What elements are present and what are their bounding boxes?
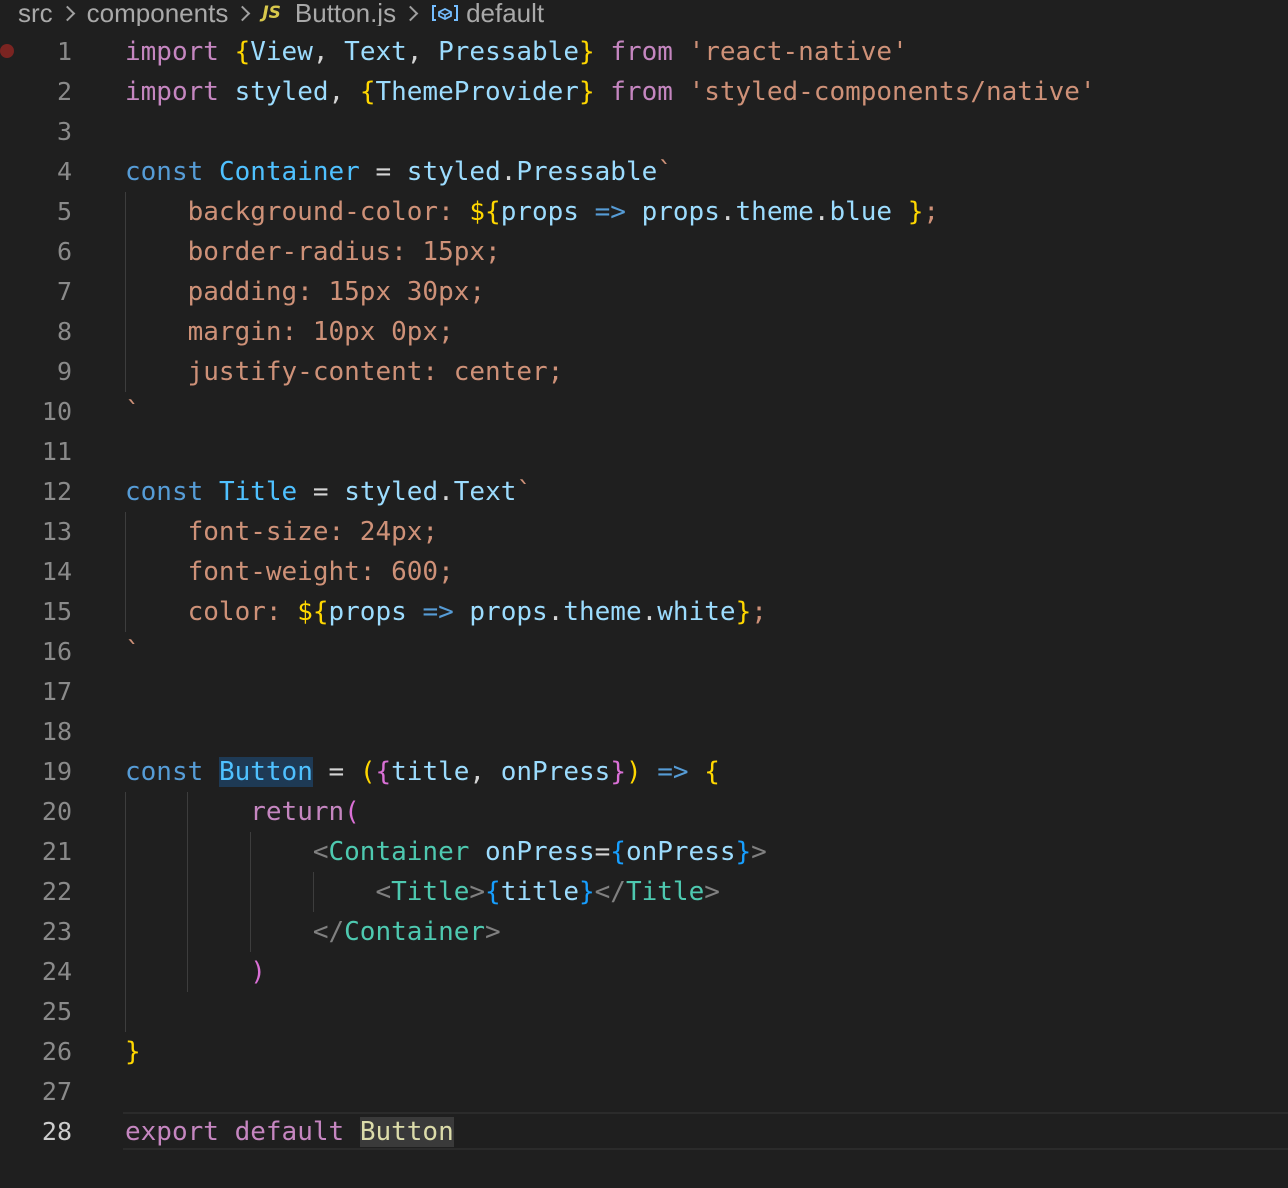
code-text: color: ${props => props.theme.white}; [125,597,767,627]
line-number: 26 [41,1037,72,1066]
breadcrumb: src components JS Button.js default [0,0,1288,26]
chevron-right-icon [59,5,75,21]
chevron-right-icon [235,5,251,21]
code-line[interactable]: 3 [0,112,1288,152]
line-number: 23 [41,917,72,946]
breadcrumb-item-symbol[interactable]: default [466,0,544,26]
code-line[interactable]: 13 font-size: 24px; [0,512,1288,552]
code-text: const Button = ({title, onPress}) => { [125,757,720,787]
code-line[interactable]: 9 justify-content: center; [0,352,1288,392]
line-number: 1 [56,37,72,66]
breadcrumb-item-components[interactable]: components [87,0,229,26]
line-number: 7 [56,277,72,306]
code-line[interactable]: 15 color: ${props => props.theme.white}; [0,592,1288,632]
code-text: ) [250,957,266,987]
line-number: 24 [41,957,72,986]
line-number: 13 [41,517,72,546]
code-line[interactable]: 20 return( [0,792,1288,832]
chevron-right-icon [402,5,419,21]
code-line[interactable]: 26 } [0,1032,1288,1072]
code-line[interactable]: 11 [0,432,1288,472]
code-text: font-size: 24px; [125,517,439,547]
code-line[interactable]: 18 [0,712,1288,752]
code-text: export default Button [125,1117,454,1147]
code-text: ` [125,637,141,667]
code-text: import {View, Text, Pressable} from 'rea… [125,37,908,67]
code-line[interactable]: 2 import styled, {ThemeProvider} from 's… [0,72,1288,112]
line-number: 2 [56,77,72,106]
line-number: 18 [41,717,72,746]
code-text: } [125,1037,141,1067]
line-number: 27 [41,1077,72,1106]
line-number: 3 [56,117,72,146]
code-text: <Title>{title}</Title> [375,877,720,907]
javascript-file-icon: JS [262,3,281,23]
line-number: 17 [41,677,72,706]
code-line[interactable]: 1 import {View, Text, Pressable} from 'r… [0,32,1288,72]
code-text: font-weight: 600; [125,557,454,587]
code-line[interactable]: 16 ` [0,632,1288,672]
code-line[interactable]: 23 </Container> [0,912,1288,952]
code-text: const Container = styled.Pressable` [125,157,673,187]
code-line[interactable]: 25 [0,992,1288,1032]
code-line[interactable]: 8 margin: 10px 0px; [0,312,1288,352]
code-text: </Container> [312,917,501,947]
line-number: 16 [41,637,72,666]
symbol-variable-icon [432,5,459,21]
line-number: 9 [56,357,72,386]
line-number: 12 [41,477,72,506]
code-text: justify-content: center; [125,357,564,387]
code-line[interactable]: 21 <Container onPress={onPress}> [0,832,1288,872]
code-line[interactable]: 7 padding: 15px 30px; [0,272,1288,312]
code-text: ` [125,397,141,427]
line-number: 15 [41,597,72,626]
code-line[interactable]: 27 [0,1072,1288,1112]
line-number: 4 [56,157,72,186]
code-text: border-radius: 15px; [125,237,501,267]
code-line[interactable]: 17 [0,672,1288,712]
line-number: 28 [41,1117,72,1146]
code-line-active[interactable]: 28 export default Button [0,1112,1288,1152]
code-text: padding: 15px 30px; [125,277,486,307]
line-number: 5 [56,197,72,226]
code-line[interactable]: 5 background-color: ${props => props.the… [0,192,1288,232]
line-number: 20 [41,797,72,826]
code-text: margin: 10px 0px; [125,317,454,347]
line-number: 14 [41,557,72,586]
code-editor[interactable]: 1 import {View, Text, Pressable} from 'r… [0,32,1288,1188]
code-line[interactable]: 12 const Title = styled.Text` [0,472,1288,512]
line-number: 25 [41,997,72,1026]
code-line[interactable]: 19 const Button = ({title, onPress}) => … [0,752,1288,792]
code-line[interactable]: 6 border-radius: 15px; [0,232,1288,272]
code-line[interactable]: 4 const Container = styled.Pressable` [0,152,1288,192]
line-number: 8 [56,317,72,346]
line-number: 10 [41,397,72,426]
line-number: 6 [56,237,72,266]
line-number: 19 [41,757,72,786]
code-text: <Container onPress={onPress}> [312,837,767,867]
breadcrumb-item-src[interactable]: src [18,0,53,26]
line-number: 21 [41,837,72,866]
code-text: const Title = styled.Text` [125,477,533,507]
breadcrumb-item-file[interactable]: Button.js [295,0,396,26]
code-text: import styled, {ThemeProvider} from 'sty… [125,77,1096,107]
code-line[interactable]: 24 ) [0,952,1288,992]
code-line[interactable]: 14 font-weight: 600; [0,552,1288,592]
code-line[interactable]: 22 <Title>{title}</Title> [0,872,1288,912]
code-line[interactable]: 10 ` [0,392,1288,432]
line-number: 11 [41,437,72,466]
code-text: return( [250,797,360,827]
code-text: background-color: ${props => props.theme… [125,197,940,227]
line-number: 22 [41,877,72,906]
